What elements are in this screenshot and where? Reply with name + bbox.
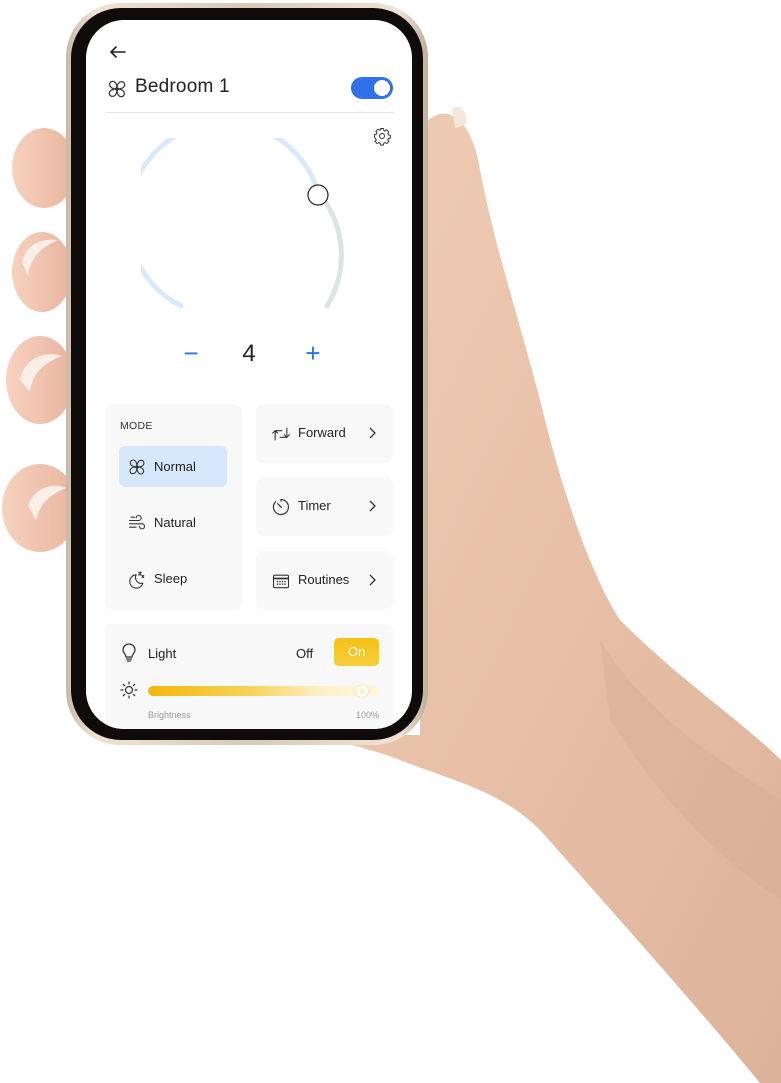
chevron-right-icon — [369, 574, 376, 586]
chevron-right-icon — [369, 500, 376, 512]
light-off-button[interactable]: Off — [296, 646, 313, 661]
moon-sleep-icon — [129, 571, 145, 589]
speed-dial[interactable] — [141, 138, 356, 338]
mode-heading: MODE — [120, 420, 153, 432]
chevron-right-icon — [369, 427, 376, 439]
timer-icon — [272, 498, 289, 516]
rotate-arrows-icon — [272, 427, 290, 441]
mode-sleep-label: Sleep — [154, 571, 188, 586]
mode-normal-button[interactable]: Normal — [119, 446, 227, 487]
mode-normal-label: Normal — [154, 459, 196, 474]
speed-value: 4 — [242, 340, 256, 367]
lightbulb-icon — [122, 643, 136, 662]
device-title: Bedroom 1 — [135, 76, 230, 97]
dial-track-rest — [315, 189, 344, 309]
phone-frame: Bedroom 1 − 4 + MODE Normal Natural Slee… — [66, 3, 428, 745]
increase-speed-button[interactable]: + — [300, 340, 326, 366]
calendar-icon — [272, 574, 290, 589]
header-divider — [106, 112, 394, 113]
back-button[interactable] — [108, 42, 128, 62]
mode-natural-label: Natural — [154, 515, 196, 530]
toggle-knob — [374, 80, 390, 96]
device-header: Bedroom 1 — [106, 75, 394, 105]
wind-icon — [128, 514, 146, 530]
timer-label: Timer — [298, 498, 331, 513]
gear-icon — [374, 128, 391, 146]
mode-card: MODE Normal Natural Sleep — [105, 404, 242, 610]
mode-natural-button[interactable]: Natural — [119, 502, 227, 543]
routines-button[interactable]: Routines — [256, 551, 393, 610]
power-toggle[interactable] — [351, 77, 393, 99]
brightness-slider-handle[interactable] — [355, 684, 369, 698]
brightness-icon — [120, 681, 138, 699]
fan-icon — [129, 459, 145, 475]
light-on-button[interactable]: On — [334, 638, 379, 666]
fingertip-3 — [6, 336, 74, 424]
settings-button[interactable] — [372, 126, 392, 146]
forward-button[interactable]: Forward — [256, 404, 393, 463]
brightness-value: 100% — [355, 710, 379, 720]
routines-label: Routines — [298, 572, 350, 587]
timer-button[interactable]: Timer — [256, 477, 393, 536]
app-screen: Bedroom 1 − 4 + MODE Normal Natural Slee… — [86, 20, 412, 729]
brightness-label: Brightness — [148, 710, 191, 720]
dial-handle — [307, 184, 329, 206]
decrease-speed-button[interactable]: − — [178, 340, 204, 366]
light-label: Light — [148, 646, 177, 661]
mode-sleep-button[interactable]: Sleep — [119, 558, 227, 599]
dial-track-active — [141, 138, 321, 309]
brightness-slider[interactable] — [148, 686, 379, 696]
fan-icon — [108, 80, 126, 98]
light-card: Light Off On Brightness 100% — [105, 624, 393, 729]
forward-label: Forward — [298, 425, 346, 440]
arrow-left-icon — [110, 46, 126, 58]
